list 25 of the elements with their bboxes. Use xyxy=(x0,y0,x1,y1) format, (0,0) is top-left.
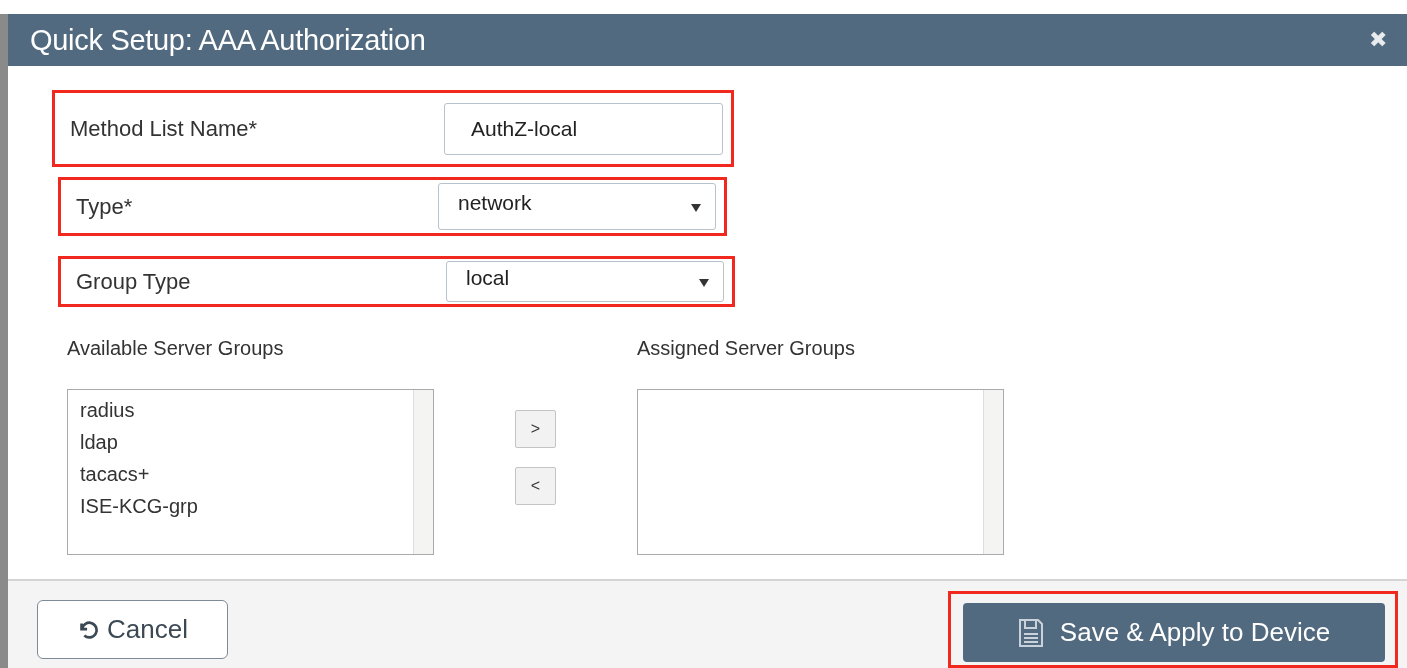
caret-icon xyxy=(691,203,701,212)
move-button[interactable]: < xyxy=(515,467,556,505)
move-button[interactable]: > xyxy=(515,410,556,448)
dialog-title: Quick Setup: AAA Authorization xyxy=(30,23,426,57)
cancel-button[interactable]: Cancel xyxy=(37,600,228,659)
list-item[interactable]: ldap xyxy=(80,426,401,458)
list-item[interactable]: radius xyxy=(80,394,401,426)
dropdown[interactable]: network xyxy=(438,183,716,230)
close-button[interactable]: ✖ xyxy=(1369,27,1387,53)
save-button[interactable]: Save & Apply to Device xyxy=(963,603,1385,662)
caret-icon xyxy=(699,278,709,287)
field-label: Group Type xyxy=(76,268,191,295)
field-label: Method List Name* xyxy=(70,115,258,142)
input-field[interactable]: AuthZ-local xyxy=(444,102,723,155)
list-item[interactable]: tacacs+ xyxy=(80,458,401,490)
list-item[interactable]: ISE-KCG-grp xyxy=(80,490,401,522)
dropdown[interactable]: local xyxy=(446,261,724,302)
undo-icon xyxy=(77,618,100,641)
field-label: Type* xyxy=(76,193,133,220)
scrollbar[interactable] xyxy=(983,390,1003,554)
scrollbar[interactable] xyxy=(413,390,433,554)
list-box[interactable]: radius ldap tacacs+ ISE-KCG-grp xyxy=(67,389,434,555)
list-label: Available Server Groups xyxy=(67,337,285,360)
list-box[interactable] xyxy=(637,389,1004,555)
list-label: Assigned Server Groups xyxy=(637,337,856,360)
